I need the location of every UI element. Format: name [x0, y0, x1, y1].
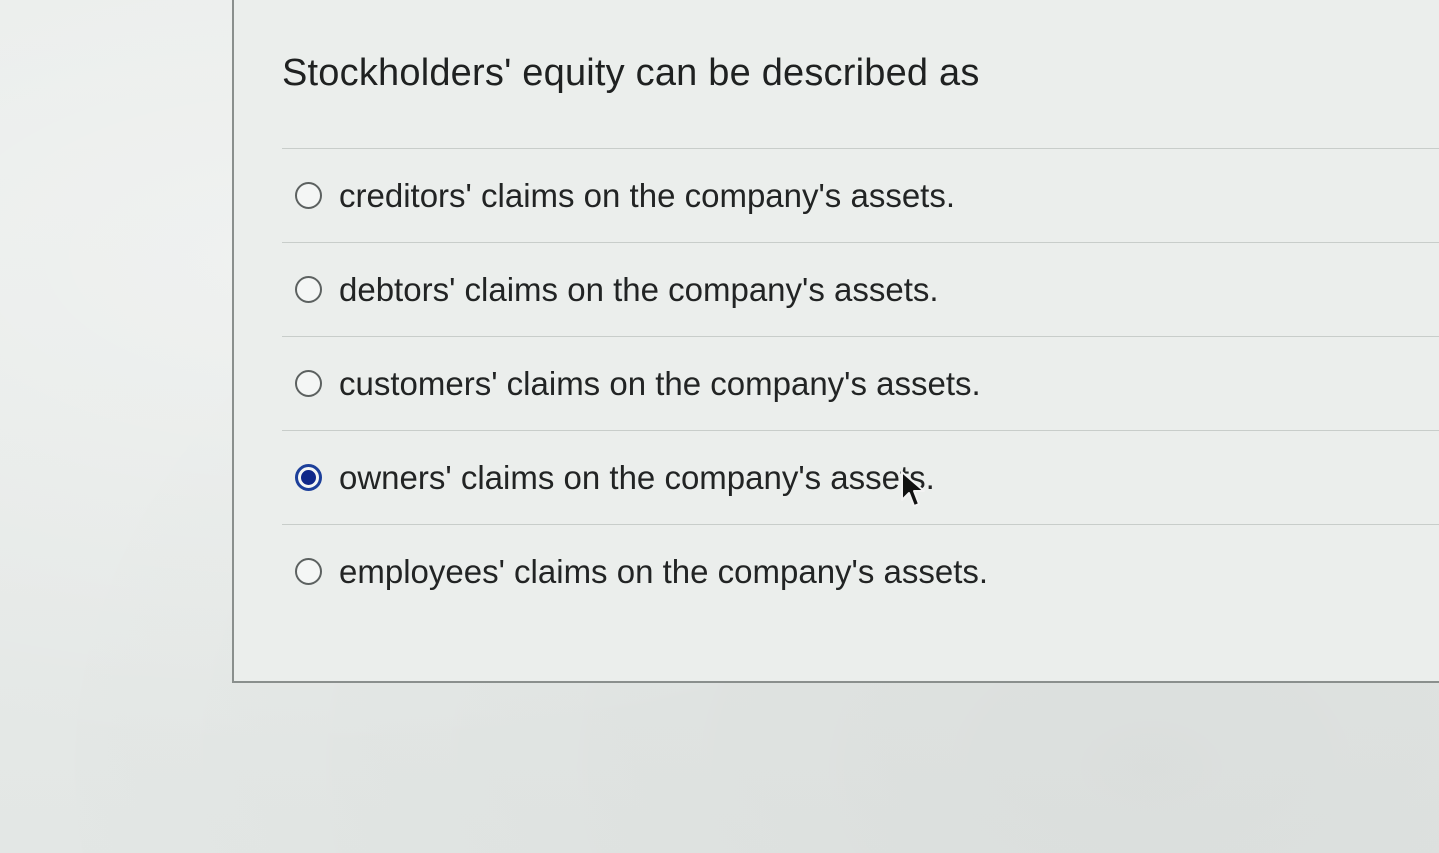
option-label: customers' claims on the company's asset…: [339, 364, 981, 402]
question-card: Stockholders' equity can be described as…: [232, 0, 1439, 683]
answer-option-customers[interactable]: customers' claims on the company's asset…: [282, 336, 1439, 430]
radio-button[interactable]: [295, 558, 322, 585]
radio-button[interactable]: [295, 276, 322, 303]
radio-button[interactable]: [295, 370, 322, 397]
option-label: debtors' claims on the company's assets.: [339, 270, 939, 308]
answer-option-creditors[interactable]: creditors' claims on the company's asset…: [282, 148, 1439, 242]
mouse-pointer-icon: [901, 471, 925, 507]
answer-option-owners[interactable]: owners' claims on the company's assets.: [282, 430, 1439, 524]
answer-options: creditors' claims on the company's asset…: [282, 148, 1439, 618]
answer-option-debtors[interactable]: debtors' claims on the company's assets.: [282, 242, 1439, 336]
radio-button[interactable]: [295, 182, 322, 209]
question-text: Stockholders' equity can be described as: [282, 52, 980, 94]
option-label: creditors' claims on the company's asset…: [339, 176, 956, 214]
option-label: owners' claims on the company's assets.: [339, 458, 935, 496]
option-label: employees' claims on the company's asset…: [339, 552, 989, 590]
radio-button-selected[interactable]: [295, 464, 322, 491]
answer-option-employees[interactable]: employees' claims on the company's asset…: [282, 524, 1439, 618]
